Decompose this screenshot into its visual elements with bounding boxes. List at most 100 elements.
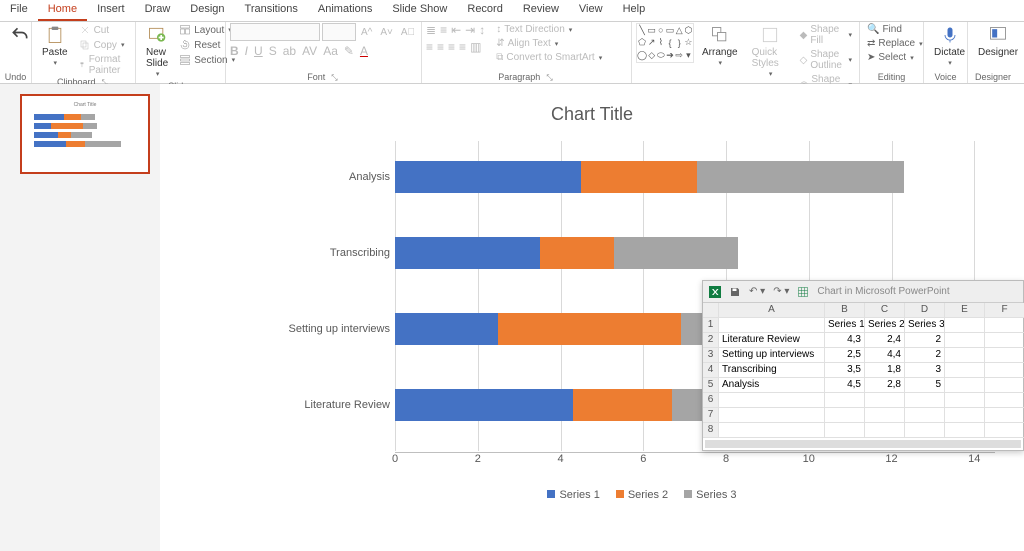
cell[interactable]	[719, 408, 825, 423]
cell[interactable]: 4,5	[825, 378, 865, 393]
highlight-button[interactable]: ✎	[344, 44, 354, 58]
text-direction-button[interactable]: ↕ Text Direction▾	[493, 23, 605, 36]
shape-fill-button[interactable]: ◆ Shape Fill▾	[797, 23, 855, 47]
indent-dec-button[interactable]: ⇤	[451, 23, 461, 37]
cell[interactable]: 3,5	[825, 363, 865, 378]
align-text-button[interactable]: ⇵ Align Text▾	[493, 37, 605, 50]
cell[interactable]: Analysis	[719, 378, 825, 393]
font-family-select[interactable]	[230, 23, 320, 41]
font-color-button[interactable]: A	[360, 44, 368, 58]
cell[interactable]: 7	[703, 408, 719, 423]
cell[interactable]	[825, 393, 865, 408]
edit-data-icon[interactable]	[797, 286, 809, 298]
numbering-button[interactable]: ≡	[440, 23, 447, 37]
cell[interactable]	[905, 393, 945, 408]
cell[interactable]	[985, 318, 1024, 333]
cell[interactable]	[825, 408, 865, 423]
dictate-button[interactable]: Dictate▾	[928, 23, 971, 70]
cell[interactable]	[985, 378, 1024, 393]
cell[interactable]	[985, 333, 1024, 348]
bold-button[interactable]: B	[230, 44, 239, 58]
cell[interactable]: D	[905, 303, 945, 318]
underline-button[interactable]: U	[254, 44, 263, 58]
replace-button[interactable]: ⇄ Replace▾	[864, 37, 926, 50]
tab-record[interactable]: Record	[457, 0, 512, 21]
convert-smartart-button[interactable]: ⧉ Convert to SmartArt▾	[493, 51, 605, 64]
copy-button[interactable]: Copy▾	[76, 38, 131, 52]
cell[interactable]: 3	[905, 363, 945, 378]
designer-button[interactable]: Designer	[972, 23, 1024, 60]
datasheet-titlebar[interactable]: ↶ ▾ ↷ ▾ Chart in Microsoft PowerPoint	[703, 281, 1023, 303]
chart-datasheet-window[interactable]: ↶ ▾ ↷ ▾ Chart in Microsoft PowerPoint AB…	[702, 280, 1024, 451]
cell[interactable]	[865, 423, 905, 438]
bar-segment-series3[interactable]	[697, 161, 904, 193]
tab-home[interactable]: Home	[38, 0, 87, 21]
decrease-font-button[interactable]: A˅	[377, 26, 396, 39]
paste-button[interactable]: Paste▾	[36, 23, 74, 70]
bar-segment-series1[interactable]	[395, 237, 540, 269]
cell[interactable]	[719, 393, 825, 408]
cell[interactable]: 4,4	[865, 348, 905, 363]
cell[interactable]: 3	[703, 348, 719, 363]
strike-button[interactable]: S	[269, 44, 277, 58]
cell[interactable]: 5	[703, 378, 719, 393]
tab-slide-show[interactable]: Slide Show	[382, 0, 457, 21]
cell[interactable]	[945, 408, 985, 423]
align-right-button[interactable]: ≡	[448, 40, 455, 54]
cell[interactable]	[719, 423, 825, 438]
indent-inc-button[interactable]: ⇥	[465, 23, 475, 37]
spacing-button[interactable]: AV	[302, 44, 317, 58]
cell[interactable]: 2,4	[865, 333, 905, 348]
clear-format-button[interactable]: A⃠	[398, 26, 418, 39]
cell[interactable]: 5	[905, 378, 945, 393]
cell[interactable]: Setting up interviews	[719, 348, 825, 363]
arrange-button[interactable]: Arrange▾	[696, 23, 744, 70]
bar-segment-series2[interactable]	[498, 313, 680, 345]
font-launcher-icon[interactable]: ⤡	[329, 73, 339, 83]
cell[interactable]: 6	[703, 393, 719, 408]
cell[interactable]	[985, 393, 1024, 408]
case-button[interactable]: Aa	[323, 44, 338, 58]
cell[interactable]: F	[985, 303, 1024, 318]
tab-design[interactable]: Design	[180, 0, 234, 21]
chart-title[interactable]: Chart Title	[160, 104, 1024, 125]
bar-row[interactable]	[395, 161, 904, 193]
format-painter-button[interactable]: Format Painter	[76, 53, 131, 77]
cell[interactable]	[945, 378, 985, 393]
cell[interactable]: 4,3	[825, 333, 865, 348]
cell[interactable]: 1	[703, 318, 719, 333]
line-spacing-button[interactable]: ↕	[479, 23, 485, 37]
font-size-select[interactable]	[322, 23, 356, 41]
quick-styles-button[interactable]: Quick Styles▾	[746, 23, 795, 81]
bar-row[interactable]	[395, 237, 738, 269]
cell[interactable]: 4	[703, 363, 719, 378]
tab-help[interactable]: Help	[613, 0, 656, 21]
cell[interactable]	[945, 393, 985, 408]
bar-row[interactable]	[395, 389, 755, 421]
cell[interactable]: C	[865, 303, 905, 318]
cell[interactable]: 2	[905, 333, 945, 348]
cell[interactable]	[905, 408, 945, 423]
align-left-button[interactable]: ≡	[426, 40, 433, 54]
bar-segment-series1[interactable]	[395, 313, 498, 345]
cell[interactable]: Series 2	[865, 318, 905, 333]
cell[interactable]	[825, 423, 865, 438]
cut-button[interactable]: Cut	[76, 23, 131, 37]
tab-insert[interactable]: Insert	[87, 0, 135, 21]
select-button[interactable]: ➤ Select▾	[864, 51, 926, 64]
cell[interactable]: Transcribing	[719, 363, 825, 378]
cell[interactable]: E	[945, 303, 985, 318]
cell[interactable]: A	[719, 303, 825, 318]
shape-outline-button[interactable]: ◇ Shape Outline▾	[797, 48, 855, 72]
cell[interactable]	[865, 408, 905, 423]
find-button[interactable]: 🔍 Find	[864, 23, 926, 36]
bar-segment-series3[interactable]	[614, 237, 738, 269]
tab-view[interactable]: View	[569, 0, 613, 21]
redo-icon[interactable]: ↷ ▾	[773, 286, 789, 297]
datasheet-grid[interactable]: ABCDEF1Series 1Series 2Series 32Literatu…	[703, 303, 1023, 438]
cell[interactable]: Series 3	[905, 318, 945, 333]
bar-segment-series1[interactable]	[395, 389, 573, 421]
cell[interactable]	[945, 423, 985, 438]
slide-thumbnail-1[interactable]: Chart Title	[20, 94, 150, 174]
tab-animations[interactable]: Animations	[308, 0, 382, 21]
